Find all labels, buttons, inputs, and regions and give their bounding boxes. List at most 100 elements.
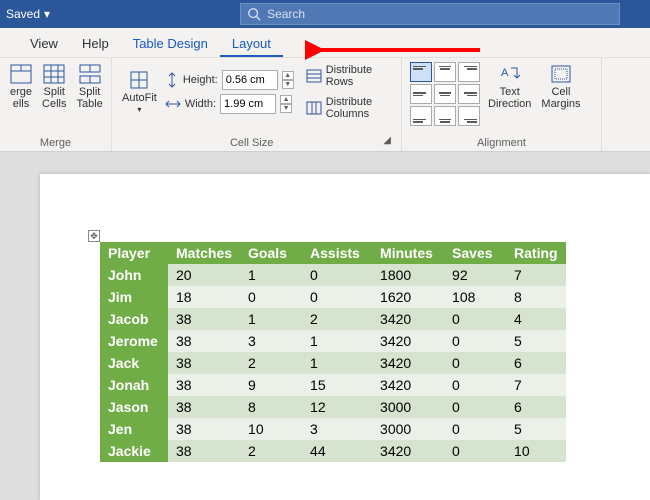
align-mid-left[interactable] <box>410 84 432 104</box>
cell-rating[interactable]: 7 <box>506 264 566 286</box>
cell-goals[interactable]: 9 <box>240 374 302 396</box>
cell-rating[interactable]: 6 <box>506 396 566 418</box>
split-cells-button[interactable]: Split Cells <box>40 62 68 112</box>
cell-minutes[interactable]: 3420 <box>372 352 444 374</box>
cell-matches[interactable]: 38 <box>168 418 240 440</box>
cell-player[interactable]: Jim <box>100 286 168 308</box>
align-top-left[interactable] <box>410 62 432 82</box>
cell-matches[interactable]: 20 <box>168 264 240 286</box>
cell-minutes[interactable]: 3420 <box>372 374 444 396</box>
merge-cells-button[interactable]: erge ells <box>8 62 34 112</box>
cell-matches[interactable]: 38 <box>168 330 240 352</box>
th-goals[interactable]: Goals <box>240 242 302 264</box>
table-row[interactable]: Jim180016201088 <box>100 286 566 308</box>
th-assists[interactable]: Assists <box>302 242 372 264</box>
cell-player[interactable]: Jack <box>100 352 168 374</box>
data-table[interactable]: Player Matches Goals Assists Minutes Sav… <box>100 242 566 462</box>
width-spinner[interactable]: ▲▼ <box>280 95 292 113</box>
height-input[interactable] <box>222 70 278 90</box>
autofit-button[interactable]: AutoFit ▾ <box>120 68 159 117</box>
page[interactable]: ✥ Player Matches Goals Assists Minutes S… <box>40 174 650 500</box>
cell-player[interactable]: Jackie <box>100 440 168 462</box>
distribute-rows-button[interactable]: Distribute Rows <box>306 62 393 90</box>
tab-table-design[interactable]: Table Design <box>121 30 220 57</box>
height-spinner[interactable]: ▲▼ <box>282 71 294 89</box>
th-matches[interactable]: Matches <box>168 242 240 264</box>
cell-goals[interactable]: 8 <box>240 396 302 418</box>
cell-goals[interactable]: 3 <box>240 330 302 352</box>
cell-saves[interactable]: 0 <box>444 440 506 462</box>
distribute-columns-button[interactable]: Distribute Columns <box>306 94 393 122</box>
th-saves[interactable]: Saves <box>444 242 506 264</box>
cell-goals[interactable]: 1 <box>240 308 302 330</box>
align-bot-left[interactable] <box>410 106 432 126</box>
cell-player[interactable]: Jerome <box>100 330 168 352</box>
table-row[interactable]: Jackie382443420010 <box>100 440 566 462</box>
align-top-right[interactable] <box>458 62 480 82</box>
th-player[interactable]: Player <box>100 242 168 264</box>
cell-matches[interactable]: 18 <box>168 286 240 308</box>
align-mid-right[interactable] <box>458 84 480 104</box>
cell-minutes[interactable]: 1800 <box>372 264 444 286</box>
cell-minutes[interactable]: 3000 <box>372 418 444 440</box>
tab-help[interactable]: Help <box>70 30 121 57</box>
th-rating[interactable]: Rating <box>506 242 566 264</box>
cell-rating[interactable]: 5 <box>506 330 566 352</box>
width-input[interactable] <box>220 94 276 114</box>
autosave-status[interactable]: Saved ▾ <box>6 7 50 21</box>
cell-saves[interactable]: 0 <box>444 418 506 440</box>
align-bot-center[interactable] <box>434 106 456 126</box>
cell-goals[interactable]: 0 <box>240 286 302 308</box>
table-move-handle[interactable]: ✥ <box>88 230 100 242</box>
align-mid-center[interactable] <box>434 84 456 104</box>
cell-saves[interactable]: 0 <box>444 396 506 418</box>
cell-assists[interactable]: 1 <box>302 352 372 374</box>
cell-minutes[interactable]: 3420 <box>372 308 444 330</box>
cell-minutes[interactable]: 3420 <box>372 330 444 352</box>
cell-saves[interactable]: 0 <box>444 308 506 330</box>
cell-rating[interactable]: 6 <box>506 352 566 374</box>
cell-player[interactable]: John <box>100 264 168 286</box>
search-box[interactable]: Search <box>240 3 620 25</box>
cell-player[interactable]: Jen <box>100 418 168 440</box>
cell-player[interactable]: Jason <box>100 396 168 418</box>
cell-minutes[interactable]: 3000 <box>372 396 444 418</box>
cell-assists[interactable]: 1 <box>302 330 372 352</box>
cell-saves[interactable]: 108 <box>444 286 506 308</box>
cell-size-dialog-launcher[interactable]: ◢ <box>383 135 393 149</box>
cell-assists[interactable]: 12 <box>302 396 372 418</box>
table-row[interactable]: Jen38103300005 <box>100 418 566 440</box>
text-direction-button[interactable]: A Text Direction <box>486 62 533 112</box>
cell-saves[interactable]: 0 <box>444 374 506 396</box>
cell-goals[interactable]: 2 <box>240 440 302 462</box>
cell-assists[interactable]: 44 <box>302 440 372 462</box>
cell-matches[interactable]: 38 <box>168 440 240 462</box>
cell-rating[interactable]: 5 <box>506 418 566 440</box>
cell-saves[interactable]: 92 <box>444 264 506 286</box>
cell-assists[interactable]: 15 <box>302 374 372 396</box>
table-row[interactable]: Jason38812300006 <box>100 396 566 418</box>
cell-minutes[interactable]: 1620 <box>372 286 444 308</box>
cell-player[interactable]: Jonah <box>100 374 168 396</box>
tab-layout[interactable]: Layout <box>220 30 283 57</box>
split-table-button[interactable]: Split Table <box>74 62 104 112</box>
cell-assists[interactable]: 0 <box>302 264 372 286</box>
table-row[interactable]: Jonah38915342007 <box>100 374 566 396</box>
tab-view[interactable]: View <box>18 30 70 57</box>
align-top-center[interactable] <box>434 62 456 82</box>
cell-matches[interactable]: 38 <box>168 396 240 418</box>
align-bot-right[interactable] <box>458 106 480 126</box>
cell-saves[interactable]: 0 <box>444 330 506 352</box>
cell-minutes[interactable]: 3420 <box>372 440 444 462</box>
cell-assists[interactable]: 0 <box>302 286 372 308</box>
cell-assists[interactable]: 3 <box>302 418 372 440</box>
cell-margins-button[interactable]: Cell Margins <box>539 62 582 112</box>
cell-matches[interactable]: 38 <box>168 352 240 374</box>
table-row[interactable]: John20101800927 <box>100 264 566 286</box>
table-row[interactable]: Jerome3831342005 <box>100 330 566 352</box>
cell-rating[interactable]: 10 <box>506 440 566 462</box>
cell-saves[interactable]: 0 <box>444 352 506 374</box>
cell-rating[interactable]: 8 <box>506 286 566 308</box>
cell-goals[interactable]: 2 <box>240 352 302 374</box>
table-row[interactable]: Jack3821342006 <box>100 352 566 374</box>
